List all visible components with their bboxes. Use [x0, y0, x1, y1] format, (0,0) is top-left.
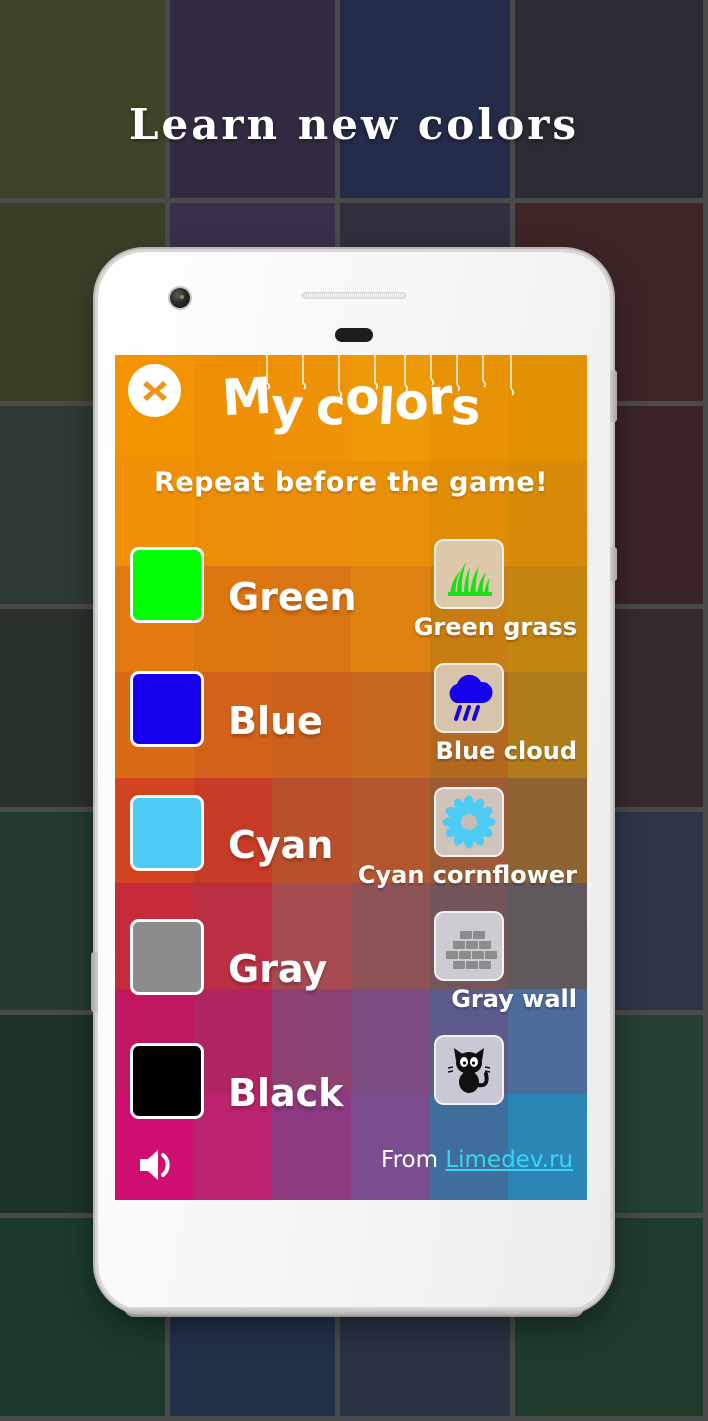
- color-swatch[interactable]: [130, 1043, 204, 1119]
- color-swatch[interactable]: [130, 919, 204, 995]
- attribution-prefix: From: [381, 1147, 446, 1173]
- background-grid-cell: [340, 0, 510, 198]
- app-title-letter: r: [426, 367, 453, 427]
- color-swatch[interactable]: [130, 671, 204, 747]
- color-example-label: Gray wall: [451, 985, 577, 1013]
- color-name: Black: [228, 1071, 344, 1115]
- background-grid-cell: [170, 0, 335, 198]
- app-subtitle: Repeat before the game!: [154, 467, 548, 498]
- app-title-letter: M: [220, 366, 273, 428]
- earpiece-speaker-icon: [302, 292, 406, 299]
- rain-cloud-icon: [449, 674, 493, 721]
- sound-toggle-button[interactable]: [133, 1143, 181, 1187]
- background-grid-cell: [515, 0, 703, 198]
- color-example-thumbnail[interactable]: [434, 911, 504, 981]
- app-title-letter: o: [343, 367, 380, 427]
- limedev-link[interactable]: Limedev.ru: [445, 1147, 573, 1173]
- app-title-letter: s: [449, 377, 482, 437]
- phone-volume-button[interactable]: [610, 547, 617, 581]
- app-title: My colors: [115, 367, 587, 437]
- color-swatch[interactable]: [130, 547, 204, 623]
- color-example-label: Green grass: [413, 613, 577, 641]
- color-example-thumbnail[interactable]: [434, 787, 504, 857]
- color-list: Green Green grass Blue Blue cloud Cyan Cyan c…: [115, 535, 587, 1155]
- phone-mockup: My colors Repeat before the game! Green Gr…: [91, 252, 617, 1317]
- app-title-area: My colors: [115, 355, 587, 460]
- grass-icon: [448, 562, 492, 596]
- background-grid-cell: [0, 0, 165, 198]
- color-example-thumbnail[interactable]: [434, 663, 504, 733]
- attribution-text: From Limedev.ru: [381, 1147, 573, 1173]
- app-title-letter: l: [376, 377, 396, 437]
- front-camera-icon: [170, 288, 190, 308]
- color-row[interactable]: Green Green grass: [115, 535, 587, 659]
- color-swatch[interactable]: [130, 795, 204, 871]
- color-name: Cyan: [228, 823, 334, 867]
- color-row[interactable]: Blue Blue cloud: [115, 659, 587, 783]
- color-row[interactable]: Cyan Cyan cornflower: [115, 783, 587, 907]
- color-name: Blue: [228, 699, 323, 743]
- phone-left-button[interactable]: [91, 952, 98, 1012]
- app-title-letter: y: [269, 377, 304, 437]
- color-example-thumbnail[interactable]: [434, 1035, 504, 1105]
- app-title-letter: o: [394, 373, 428, 431]
- brick-wall-icon: [446, 931, 497, 969]
- cornflower-icon: [442, 795, 496, 849]
- page-title: Learn new colors: [128, 100, 580, 149]
- color-example-label: Blue cloud: [435, 737, 577, 765]
- app-title-letter: c: [314, 377, 347, 437]
- color-row[interactable]: Gray Gray wall: [115, 907, 587, 1031]
- color-name: Gray: [228, 947, 328, 991]
- color-name: Green: [228, 575, 357, 619]
- app-screen: My colors Repeat before the game! Green Gr…: [115, 355, 587, 1200]
- color-example-thumbnail[interactable]: [434, 539, 504, 609]
- speaker-on-icon: [140, 1150, 170, 1180]
- app-footer: From Limedev.ru: [115, 1133, 587, 1200]
- color-example-label: Cyan cornflower: [357, 861, 577, 889]
- black-cat-icon: [447, 1048, 491, 1093]
- proximity-sensor-icon: [335, 328, 373, 342]
- phone-power-button[interactable]: [610, 370, 617, 422]
